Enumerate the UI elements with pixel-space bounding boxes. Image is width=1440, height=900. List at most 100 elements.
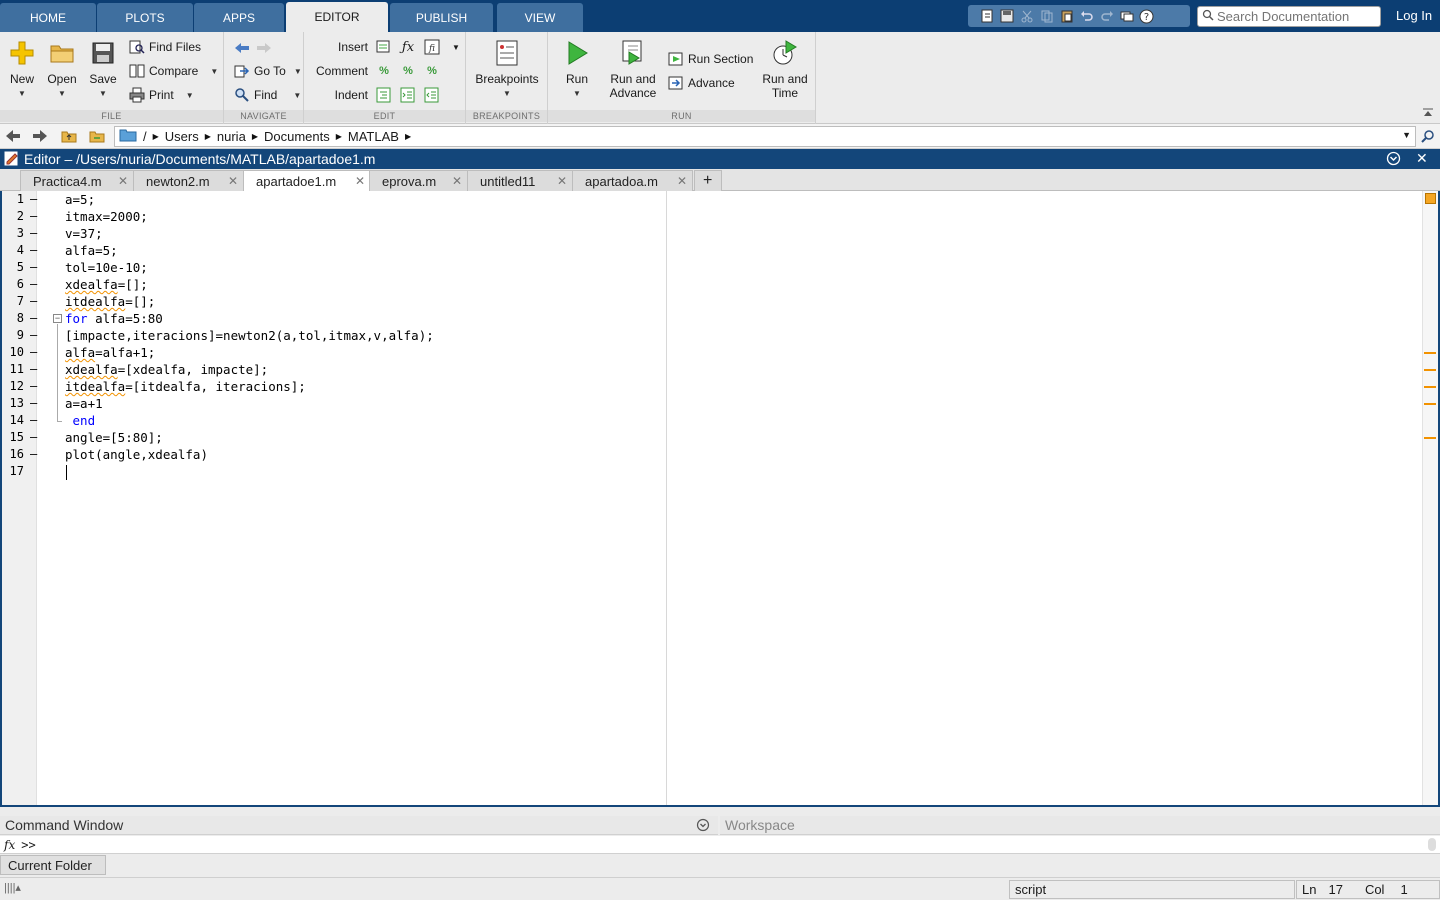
current-folder-tab[interactable]: Current Folder <box>0 855 106 875</box>
run-button[interactable]: Run ▼ <box>562 38 592 101</box>
paste-icon[interactable] <box>1058 8 1075 24</box>
tab-home[interactable]: HOME <box>0 3 96 32</box>
save-icon[interactable] <box>998 8 1015 24</box>
code-line[interactable]: a=a+1 <box>65 396 103 411</box>
breakpoint-slot[interactable]: – <box>30 379 37 393</box>
tab-publish[interactable]: PUBLISH <box>390 3 493 32</box>
code-analyzer-bar[interactable] <box>1422 191 1438 805</box>
command-prompt-line[interactable]: fx >> <box>0 836 1440 854</box>
function-browser-icon[interactable]: fx <box>4 838 15 852</box>
print-button[interactable]: Print ▼ <box>129 85 194 105</box>
forward-arrow-icon[interactable] <box>32 128 48 144</box>
code-line[interactable]: xdealfa=[xdealfa, impacte]; <box>65 362 268 377</box>
code-line[interactable]: plot(angle,xdealfa) <box>65 447 208 462</box>
breadcrumb-documents[interactable]: Documents <box>264 129 330 144</box>
workspace-header[interactable]: Workspace <box>720 816 1440 835</box>
breadcrumb-users[interactable]: Users <box>165 129 199 144</box>
breakpoint-slot[interactable]: – <box>30 362 37 376</box>
insert-function-icon[interactable]: ƒx <box>400 39 416 55</box>
warning-marker[interactable] <box>1424 369 1436 371</box>
command-scrollbar[interactable] <box>1428 838 1436 851</box>
browse-folder-icon[interactable] <box>89 128 105 144</box>
tab-view[interactable]: VIEW <box>497 3 583 32</box>
line-number-gutter[interactable]: 1–2–3–4–5–6–7–8–9–10–11–12–13–14–15–16–1… <box>2 191 37 805</box>
run-and-advance-button[interactable]: Run and Advance <box>606 38 660 100</box>
indent-label[interactable]: Indent <box>304 88 368 102</box>
code-line[interactable]: alfa=5; <box>65 243 118 258</box>
tab-editor[interactable]: EDITOR <box>286 2 388 32</box>
cut-icon[interactable] <box>1018 8 1035 24</box>
insert-label[interactable]: Insert <box>304 40 368 54</box>
breadcrumb-root[interactable]: / <box>143 129 147 144</box>
breakpoint-slot[interactable]: – <box>30 277 37 291</box>
up-folder-icon[interactable] <box>61 128 77 144</box>
help-icon[interactable]: ? <box>1138 8 1155 24</box>
breakpoint-slot[interactable]: – <box>30 328 37 342</box>
breakpoints-button[interactable]: Breakpoints ▼ <box>474 38 540 101</box>
redo-icon[interactable] <box>1098 8 1115 24</box>
code-line[interactable]: itdealfa=[]; <box>65 294 155 309</box>
back-arrow-icon[interactable] <box>234 40 250 56</box>
warning-marker[interactable] <box>1424 352 1436 354</box>
breakpoint-slot[interactable]: – <box>30 447 37 461</box>
comment-percent-icon[interactable]: % <box>376 63 392 79</box>
code-line[interactable]: alfa=alfa+1; <box>65 345 155 360</box>
go-to-button[interactable]: Go To ▼ <box>234 61 302 81</box>
switch-windows-icon[interactable] <box>1118 8 1135 24</box>
find-button[interactable]: Find ▼ <box>234 85 301 105</box>
close-tab-icon[interactable]: ✕ <box>228 174 238 188</box>
close-tab-icon[interactable]: ✕ <box>557 174 567 188</box>
breakpoint-slot[interactable]: – <box>30 260 37 274</box>
search-folder-icon[interactable] <box>1420 128 1436 144</box>
code-line[interactable]: angle=[5:80]; <box>65 430 163 445</box>
code-line[interactable]: a=5; <box>65 192 95 207</box>
code-line[interactable]: itmax=2000; <box>65 209 148 224</box>
search-documentation-box[interactable] <box>1197 6 1381 27</box>
search-input[interactable] <box>1217 9 1377 24</box>
uncomment-percent-icon[interactable]: % <box>400 63 416 79</box>
code-line[interactable]: [impacte,iteracions]=newton2(a,tol,itmax… <box>65 328 434 343</box>
run-section-button[interactable]: Run Section <box>668 49 753 69</box>
file-tab-eprova[interactable]: eprova.m ✕ <box>369 170 468 191</box>
code-line[interactable]: tol=10e-10; <box>65 260 148 275</box>
close-tab-icon[interactable]: ✕ <box>118 174 128 188</box>
insert-fi-icon[interactable]: fi <box>424 39 440 55</box>
decrease-indent-icon[interactable] <box>424 87 440 103</box>
new-tab-button[interactable]: + <box>694 170 722 191</box>
wrap-comment-icon[interactable]: % <box>424 63 440 79</box>
breadcrumb-nuria[interactable]: nuria <box>217 129 246 144</box>
breakpoint-slot[interactable]: – <box>30 311 37 325</box>
file-tab-apartadoe1[interactable]: apartadoe1.m ✕ <box>243 170 371 192</box>
log-in-link[interactable]: Log In <box>1396 8 1432 23</box>
code-line[interactable]: v=37; <box>65 226 103 241</box>
collapse-toolstrip-icon[interactable] <box>1420 104 1436 120</box>
close-tab-icon[interactable]: ✕ <box>452 174 462 188</box>
close-tab-icon[interactable]: ✕ <box>677 174 687 188</box>
warning-marker[interactable] <box>1424 437 1436 439</box>
breakpoint-slot[interactable]: – <box>30 430 37 444</box>
open-button[interactable]: Open ▼ <box>45 38 79 101</box>
warning-marker[interactable] <box>1424 403 1436 405</box>
folder-path-field[interactable]: / ▶ Users ▶ nuria ▶ Documents ▶ MATLAB ▶… <box>114 126 1416 147</box>
code-line[interactable]: for alfa=5:80 <box>65 311 163 326</box>
breakpoint-slot[interactable]: – <box>30 396 37 410</box>
comment-label[interactable]: Comment <box>304 64 368 78</box>
splitter[interactable] <box>0 807 1440 816</box>
editor-actions-icon[interactable] <box>1386 151 1401 169</box>
file-tab-practica4[interactable]: Practica4.m ✕ <box>20 170 134 191</box>
file-tab-apartadoa[interactable]: apartadoa.m ✕ <box>572 170 693 191</box>
copy-icon[interactable] <box>1038 8 1055 24</box>
warning-indicator-icon[interactable] <box>1425 193 1436 204</box>
file-tab-newton2[interactable]: newton2.m ✕ <box>133 170 244 191</box>
breakpoint-slot[interactable]: – <box>30 192 37 206</box>
breakpoint-slot[interactable]: – <box>30 345 37 359</box>
tab-apps[interactable]: APPS <box>194 3 284 32</box>
new-script-icon[interactable] <box>978 8 995 24</box>
back-arrow-icon[interactable] <box>5 128 21 144</box>
code-editor[interactable]: 1–2–3–4–5–6–7–8–9–10–11–12–13–14–15–16–1… <box>0 191 1440 807</box>
find-files-button[interactable]: Find Files <box>129 37 201 57</box>
undo-icon[interactable] <box>1078 8 1095 24</box>
new-button[interactable]: New ▼ <box>8 38 36 101</box>
breakpoint-slot[interactable]: – <box>30 209 37 223</box>
smart-indent-icon[interactable] <box>376 87 392 103</box>
